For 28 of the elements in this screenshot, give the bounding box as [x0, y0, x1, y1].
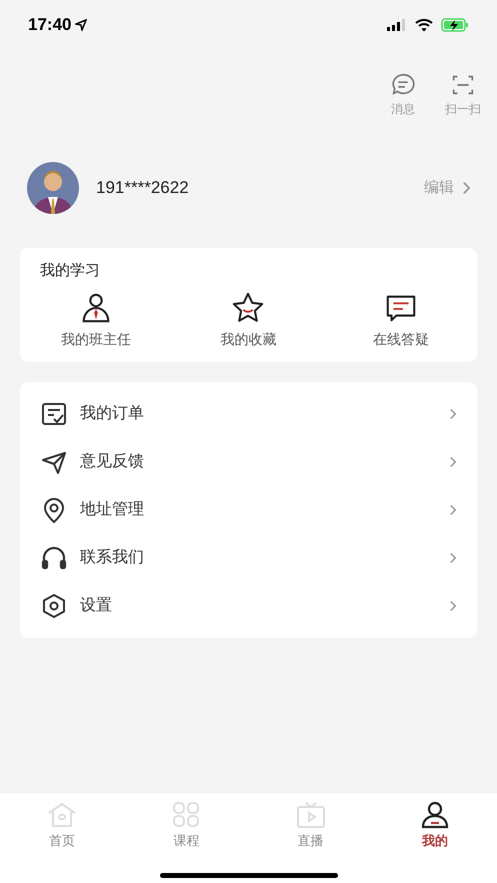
battery-icon [441, 18, 469, 32]
tab[interactable]: 课程 [124, 801, 248, 850]
tab[interactable]: 直播 [248, 801, 373, 850]
chevron-right-icon [449, 552, 457, 564]
phone-number: 191****2622 [96, 177, 189, 200]
home-icon [46, 801, 78, 829]
card-title: 我的学习 [39, 261, 101, 281]
menu-item[interactable]: 意见反馈 [20, 438, 477, 486]
status-time: 17:40 [28, 14, 72, 36]
tab[interactable]: 首页 [0, 801, 124, 850]
chevron-right-icon [449, 456, 457, 468]
menu-item[interactable]: 设置 [20, 582, 477, 630]
study-shortcut[interactable]: 在线答疑 [324, 290, 477, 350]
chevron-right-icon [449, 504, 457, 516]
chevron-right-icon [449, 600, 457, 612]
tv-icon [294, 801, 327, 829]
signal-icon [387, 19, 407, 31]
wifi-icon [415, 18, 433, 32]
menu-item[interactable]: 地址管理 [20, 486, 477, 534]
location-arrow-icon [75, 19, 88, 31]
study-shortcut[interactable]: 我的收藏 [172, 290, 325, 350]
menu-item[interactable]: 我的订单 [20, 390, 477, 438]
tab[interactable]: 我的 [372, 801, 497, 850]
chevron-right-icon [462, 181, 471, 195]
hexagon-gear-icon [40, 592, 68, 620]
menu-item[interactable]: 联系我们 [20, 534, 477, 582]
study-shortcut[interactable]: 我的班主任 [20, 290, 172, 350]
chevron-right-icon [449, 408, 457, 420]
